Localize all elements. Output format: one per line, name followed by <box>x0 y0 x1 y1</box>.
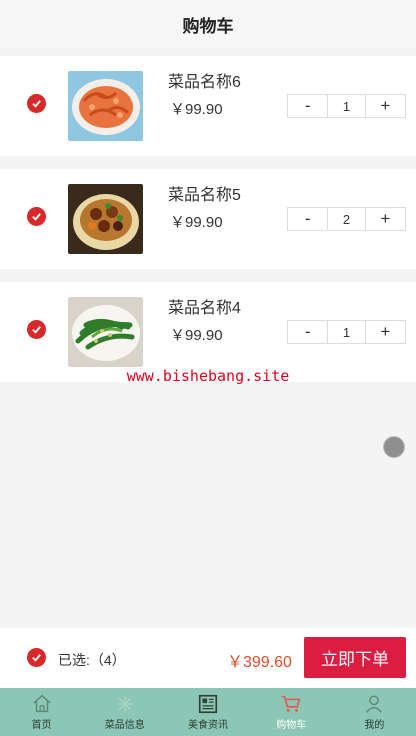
floating-assistive-button[interactable] <box>383 436 405 458</box>
page-title: 购物车 <box>182 16 234 36</box>
watermark-text: www.bishebang.site <box>126 367 290 385</box>
user-icon <box>366 695 383 713</box>
check-icon <box>32 326 41 334</box>
decrease-button[interactable]: - <box>288 208 327 230</box>
tab-label: 我的 <box>364 720 385 731</box>
tab-label: 购物车 <box>276 720 307 731</box>
quantity-stepper: - 2 + <box>287 207 406 231</box>
quantity-stepper: - 1 + <box>287 320 406 344</box>
tab-home[interactable]: 首页 <box>0 688 83 736</box>
home-icon <box>32 694 51 713</box>
dish-thumbnail[interactable] <box>68 297 143 367</box>
item-checkbox[interactable] <box>27 207 46 226</box>
item-name: 菜品名称6 <box>168 74 241 91</box>
quantity-value[interactable]: 1 <box>327 95 366 117</box>
decrease-button[interactable]: - <box>288 321 327 343</box>
tab-dishes[interactable]: 菜品信息 <box>83 688 166 736</box>
tab-mine[interactable]: 我的 <box>333 688 416 736</box>
increase-button[interactable]: + <box>366 208 405 230</box>
tab-label: 首页 <box>31 720 52 731</box>
stew-dish-image <box>68 184 143 254</box>
tab-label: 菜品信息 <box>104 720 145 731</box>
item-name: 菜品名称5 <box>168 187 241 204</box>
quantity-value[interactable]: 2 <box>327 208 366 230</box>
place-order-button[interactable]: 立即下单 <box>304 637 406 678</box>
item-checkbox[interactable] <box>27 94 46 113</box>
greens-dish-image <box>68 297 143 367</box>
dish-thumbnail[interactable] <box>68 71 143 141</box>
cart-item: 菜品名称6 ￥99.90 - 1 + <box>0 56 416 156</box>
dish-icon <box>117 696 133 712</box>
quantity-value[interactable]: 1 <box>327 321 366 343</box>
cart-icon <box>282 695 301 712</box>
news-icon <box>198 694 218 714</box>
cart-item: 菜品名称5 ￥99.90 - 2 + <box>0 169 416 269</box>
check-icon <box>32 654 41 662</box>
increase-button[interactable]: + <box>366 95 405 117</box>
quantity-stepper: - 1 + <box>287 94 406 118</box>
selected-count: 已选:（4） <box>58 652 126 668</box>
shrimp-dish-image <box>68 71 143 141</box>
item-price: ￥99.90 <box>170 327 223 344</box>
item-name: 菜品名称4 <box>168 300 241 317</box>
cart-list: 菜品名称6 ￥99.90 - 1 + 菜品名称5 ￥99.90 - 2 + 菜品… <box>0 56 416 395</box>
checkout-bar: 已选:（4） ￥399.60 立即下单 <box>0 628 416 688</box>
check-icon <box>32 213 41 221</box>
tab-label: 美食资讯 <box>188 720 228 731</box>
dish-thumbnail[interactable] <box>68 184 143 254</box>
bottom-tabbar: 首页 菜品信息 美食资讯 购物车 我的 <box>0 688 416 736</box>
tab-news[interactable]: 美食资讯 <box>166 688 249 736</box>
item-price: ￥99.90 <box>170 101 223 118</box>
tab-cart[interactable]: 购物车 <box>250 688 333 736</box>
total-price: ￥399.60 <box>227 654 292 671</box>
check-icon <box>32 100 41 108</box>
page-header: 购物车 <box>0 0 416 48</box>
decrease-button[interactable]: - <box>288 95 327 117</box>
increase-button[interactable]: + <box>366 321 405 343</box>
item-price: ￥99.90 <box>170 214 223 231</box>
item-checkbox[interactable] <box>27 320 46 339</box>
select-all-checkbox[interactable] <box>27 648 46 667</box>
